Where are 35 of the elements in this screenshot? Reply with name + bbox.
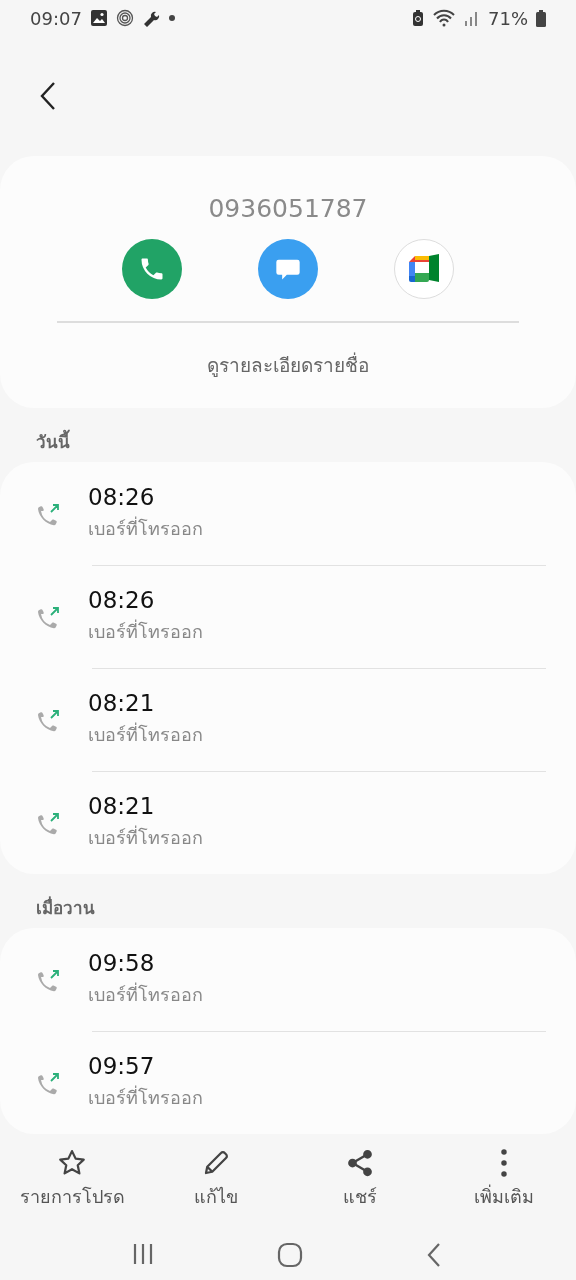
section-header: วันนี้ xyxy=(0,408,576,462)
favorite-action-button[interactable]: รายการโปรด xyxy=(7,1148,137,1212)
battery-percent: 71% xyxy=(488,7,528,29)
edit-action-button[interactable]: แก้ไข xyxy=(151,1148,281,1212)
wifi-icon xyxy=(432,9,456,27)
video-camera-icon xyxy=(407,254,441,284)
call-time: 08:26 xyxy=(88,484,156,510)
call-type: เบอร์ที่โทรออก xyxy=(88,1084,203,1110)
call-type: เบอร์ที่โทรออก xyxy=(88,515,203,541)
battery-icon xyxy=(536,9,546,27)
call-time: 09:58 xyxy=(88,950,156,976)
phone-number: 0936051787 xyxy=(208,194,368,223)
image-icon xyxy=(89,9,108,27)
star-icon xyxy=(57,1148,87,1178)
call-type: เบอร์ที่โทรออก xyxy=(88,618,203,644)
call-time: 08:26 xyxy=(88,587,156,613)
call-type: เบอร์ที่โทรออก xyxy=(88,824,203,850)
message-button[interactable] xyxy=(258,239,318,299)
share-action-button[interactable]: แชร์ xyxy=(295,1148,425,1212)
battery-saver-icon xyxy=(412,9,424,27)
share-icon xyxy=(345,1148,375,1178)
call-time: 09:57 xyxy=(88,1053,156,1079)
call-time: 08:21 xyxy=(88,793,156,819)
dot-icon xyxy=(167,14,176,22)
home-button[interactable] xyxy=(277,1242,303,1268)
signal-icon xyxy=(464,10,480,26)
more-icon xyxy=(501,1148,507,1178)
view-contact-details-link[interactable]: ดูรายละเอียดรายชื่อ xyxy=(201,349,375,381)
section-header: เมื่อวาน xyxy=(35,895,96,920)
clock: 09:07 xyxy=(30,7,82,29)
call-type: เบอร์ที่โทรออก xyxy=(88,721,203,747)
call-button[interactable] xyxy=(122,239,182,299)
call-type: เบอร์ที่โทรออก xyxy=(88,981,203,1007)
more-action-button[interactable]: เพิ่มเติม xyxy=(439,1148,569,1212)
call-time: 08:21 xyxy=(88,690,156,716)
